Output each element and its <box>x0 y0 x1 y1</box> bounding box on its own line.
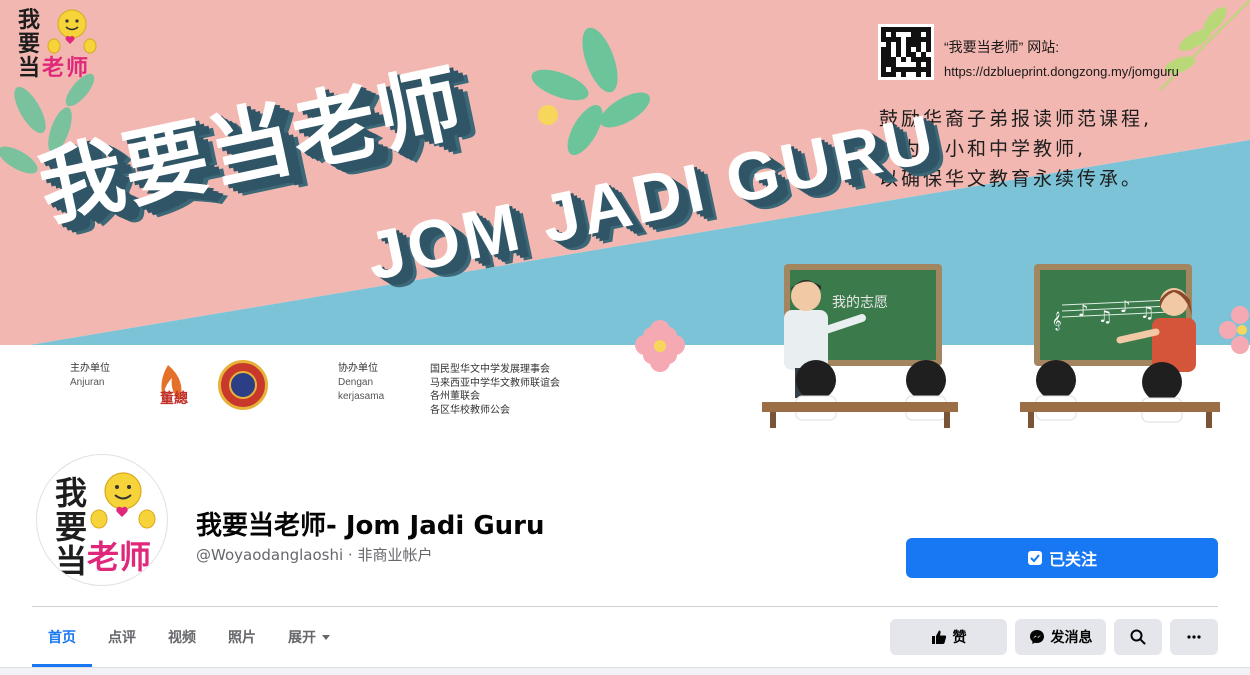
svg-text:♪: ♪ <box>1120 297 1130 316</box>
organizer-label-zh: 主办单位 <box>70 363 110 374</box>
profile-avatar[interactable]: 我 要 当 老 师 <box>36 454 168 586</box>
logo-char: 老 <box>42 56 65 81</box>
check-badge-icon <box>1027 551 1042 565</box>
collaborator-item: 马来西亚中学华文教师联谊会 <box>430 377 560 389</box>
avatar-char: 老 <box>87 538 120 576</box>
search-icon <box>1130 629 1146 645</box>
collaborator-item: 国民型华文中学发展理事会 <box>430 364 550 375</box>
message-label: 发消息 <box>1050 630 1093 646</box>
svg-text:𝄞: 𝄞 <box>1052 311 1061 331</box>
organizer-label: 主办单位 Anjuran <box>70 362 110 390</box>
tab-videos[interactable]: 视频 <box>152 607 212 667</box>
avatar-char: 要 <box>55 508 88 546</box>
logo-char: 当 <box>18 56 41 81</box>
tab-label: 首页 <box>48 630 76 646</box>
collaborator-label: 协办单位 Dengan kerjasama <box>338 362 384 404</box>
tab-more[interactable]: 展开 <box>272 607 346 667</box>
tab-label: 展开 <box>288 630 316 646</box>
avatar-char: 师 <box>119 538 152 576</box>
logo-char: 师 <box>66 56 89 81</box>
tab-label: 视频 <box>168 630 196 646</box>
following-button[interactable]: 已关注 <box>906 538 1218 578</box>
site-label: “我要当老师” 网站: <box>944 39 1060 55</box>
tab-label: 照片 <box>228 630 256 646</box>
page-root: 𝄞 ♪ ♫ ♪ ♫ 我 要 当 老 师 “我要当老师” 网站: https://… <box>0 0 1250 675</box>
logo-char: 我 <box>18 8 41 33</box>
cover-photo[interactable]: 𝄞 ♪ ♫ ♪ ♫ 我 要 当 老 师 “我要当老师” 网站: https://… <box>0 0 1250 440</box>
like-label: 赞 <box>952 630 967 646</box>
tab-home[interactable]: 首页 <box>32 607 92 667</box>
svg-text:♫: ♫ <box>1098 307 1112 326</box>
page-tabs: 首页 点评 视频 照片 展开 <box>32 607 346 667</box>
teachers-union-emblem <box>218 360 268 410</box>
tab-reviews[interactable]: 点评 <box>92 607 152 667</box>
avatar-char: 当 <box>55 542 88 580</box>
avatar-char: 我 <box>55 474 88 512</box>
collaborator-label-ms: Dengan <box>338 377 374 388</box>
cover-logo: 我 要 当 老 师 <box>14 6 104 86</box>
collaborator-label-ms: kerjasama <box>338 391 385 402</box>
like-button[interactable]: 赞 <box>890 619 1007 655</box>
chalkboard-text: 我的志愿 <box>832 295 888 311</box>
smiley-icon <box>47 9 97 54</box>
site-url: https://dzblueprint.dongzong.my/jomguru <box>944 64 1179 79</box>
messenger-icon <box>1029 630 1044 644</box>
page-title: 我要当老师- Jom Jadi Guru <box>196 511 545 541</box>
collaborator-label-zh: 协办单位 <box>338 363 378 374</box>
page-handle: @Woyaodanglaoshi · 非商业帐户 <box>196 546 433 564</box>
more-options-button[interactable] <box>1170 619 1218 655</box>
thumbs-up-icon <box>931 630 946 644</box>
logo-char: 要 <box>18 32 41 57</box>
collaborator-list: 国民型华文中学发展理事会 马来西亚中学华文教师联谊会 各州董联会 各区华校教师公… <box>430 363 560 417</box>
message-button[interactable]: 发消息 <box>1015 619 1106 655</box>
page-bottom-strip <box>0 667 1250 675</box>
smiley-icon <box>90 472 156 529</box>
collaborator-item: 各区华校教师公会 <box>430 404 510 416</box>
qr-code <box>878 24 934 80</box>
following-label: 已关注 <box>1048 550 1097 569</box>
search-button[interactable] <box>1114 619 1162 655</box>
collaborator-item: 各州董联会 <box>430 391 480 402</box>
dongzong-logo: 董總 <box>160 391 188 407</box>
tab-photos[interactable]: 照片 <box>212 607 272 667</box>
organizer-label-ms: Anjuran <box>70 377 105 388</box>
tab-label: 点评 <box>108 630 136 646</box>
more-icon <box>1187 635 1201 639</box>
caret-down-icon <box>322 634 330 640</box>
